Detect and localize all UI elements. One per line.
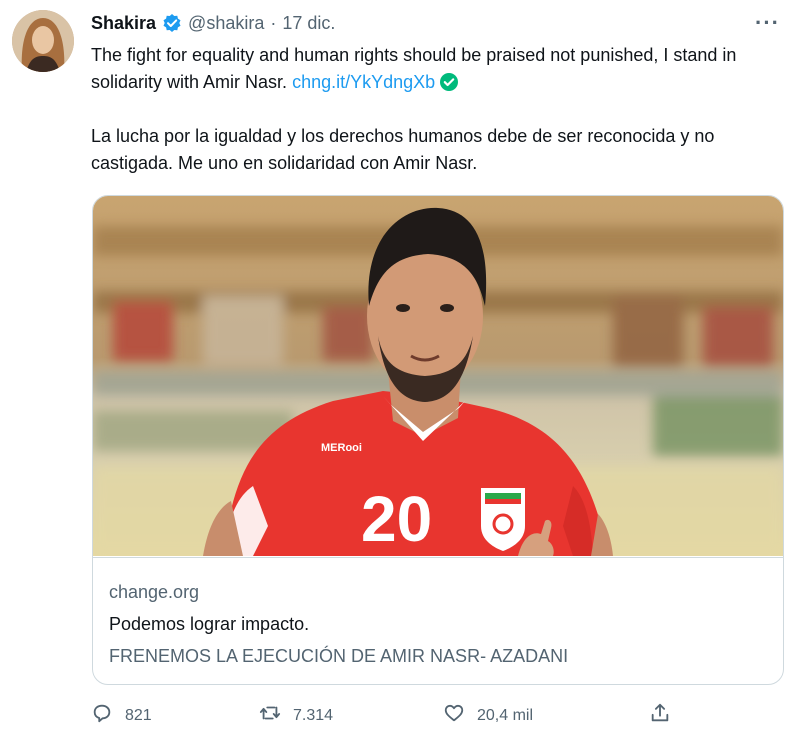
share-button[interactable] [649,702,671,729]
reply-button[interactable]: 821 [91,702,152,729]
tweet-actions: 821 7.314 20,4 mil [91,702,691,728]
heart-icon [443,702,465,729]
retweet-button[interactable]: 7.314 [259,702,333,729]
jersey-brand: MERooi [321,442,362,454]
tweet-header: Shakira @shakira · 17 dic. [91,10,335,36]
author-name[interactable]: Shakira [91,13,156,34]
card-description: FRENEMOS LA EJECUCIÓN DE AMIR NASR- AZAD… [109,646,569,666]
card-meta[interactable]: change.org Podemos lograr impacto. FRENE… [93,557,783,684]
avatar[interactable] [12,10,74,72]
tweet-text-es: La lucha por la igualdad y los derechos … [91,126,715,173]
reply-count: 821 [125,706,152,724]
tweet: Shakira @shakira · 17 dic. ··· The fight… [0,0,800,740]
share-icon [649,702,671,729]
card-image[interactable]: 20 MERooi [93,196,783,556]
card-domain: change.org [109,582,200,602]
card-title: Podemos lograr impacto. [109,614,310,634]
jersey-number: 20 [361,483,432,555]
retweet-count: 7.314 [293,706,334,724]
separator: · [270,12,277,33]
like-count: 20,4 mil [477,706,534,724]
like-button[interactable]: 20,4 mil [443,702,533,729]
tweet-paragraph-en: The fight for equality and human rights … [91,42,781,96]
tweet-date[interactable]: 17 dic. [282,13,335,34]
check-circle-icon [439,72,459,92]
tweet-link[interactable]: chng.it/YkYdngXb [292,72,435,92]
retweet-icon [259,702,281,729]
verified-badge-icon [162,13,182,33]
tweet-text: The fight for equality and human rights … [91,42,781,177]
author-handle[interactable]: @shakira [188,13,264,34]
link-card[interactable]: 20 MERooi change.org Podemos lograr impa… [92,195,784,685]
reply-icon [91,702,113,729]
more-icon[interactable]: ··· [755,10,780,36]
